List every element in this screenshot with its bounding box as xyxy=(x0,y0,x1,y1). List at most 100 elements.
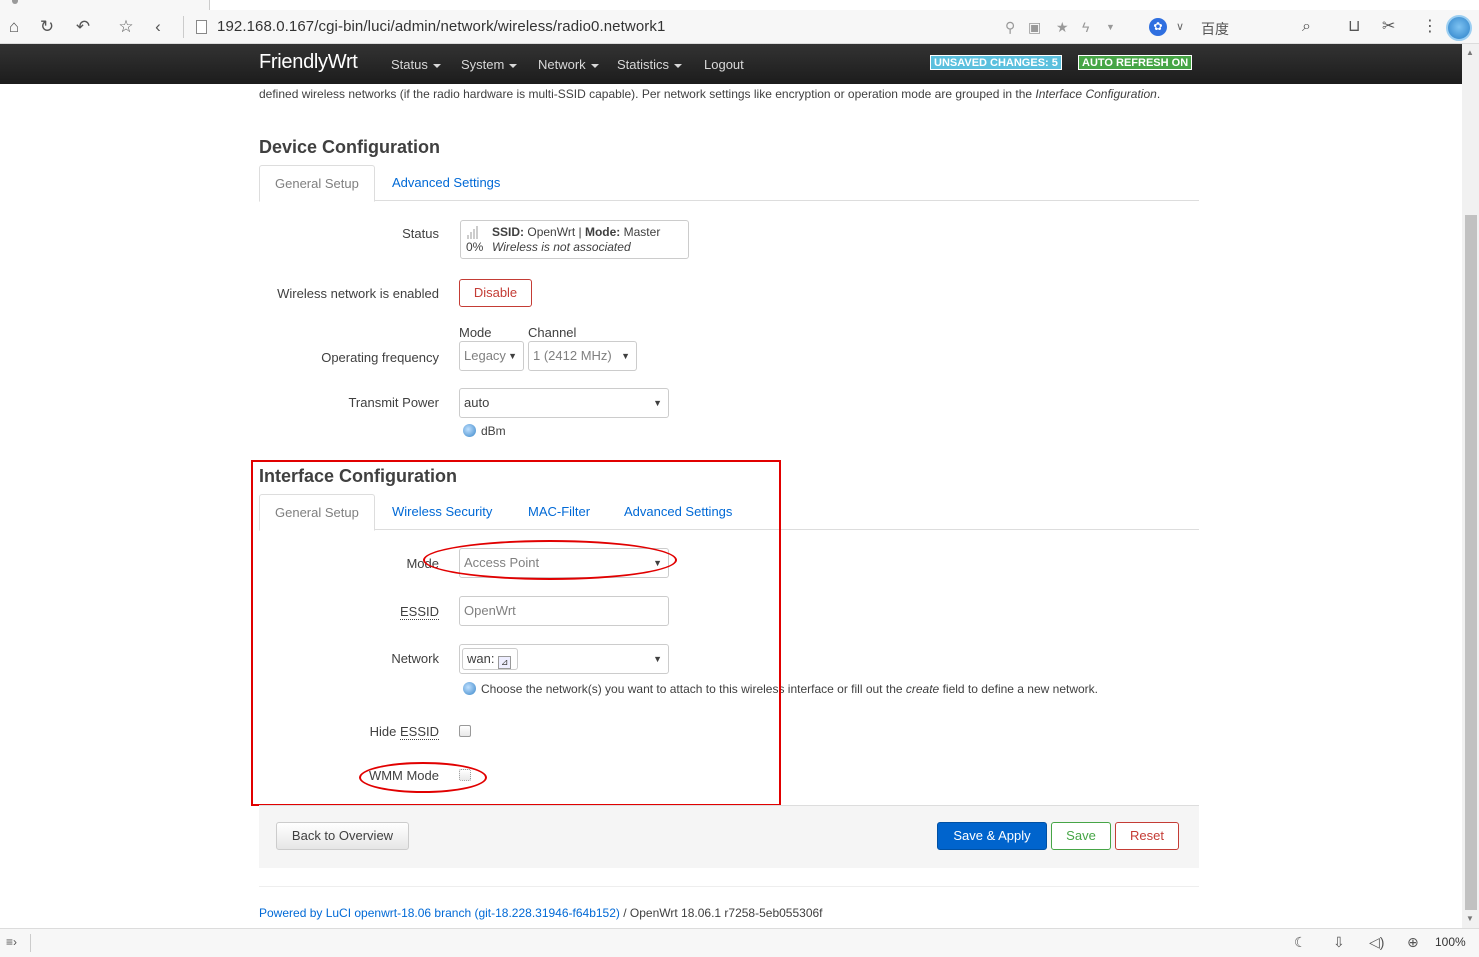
engine-dropdown-icon[interactable]: ∨ xyxy=(1176,18,1184,36)
operating-frequency-label: Operating frequency xyxy=(321,350,439,365)
chevron-down-icon[interactable]: ▼ xyxy=(1106,18,1115,36)
save-apply-button[interactable]: Save & Apply xyxy=(937,822,1047,850)
night-mode-icon[interactable]: ☾ xyxy=(1294,934,1307,951)
scroll-up-icon[interactable]: ▲ xyxy=(1466,48,1474,57)
tab-device-general-setup[interactable]: General Setup xyxy=(259,165,375,202)
tab-device-advanced-settings[interactable]: Advanced Settings xyxy=(377,165,515,201)
volume-icon[interactable]: ◁) xyxy=(1369,934,1384,951)
transmit-power-select[interactable]: auto ▼ xyxy=(459,388,669,418)
select-arrow-icon: ▼ xyxy=(653,398,662,408)
menu-network[interactable]: Network xyxy=(538,57,599,72)
transmit-power-label: Transmit Power xyxy=(348,395,439,410)
intro-emphasis: Interface xyxy=(1035,87,1083,101)
scroll-thumb[interactable] xyxy=(1465,215,1477,910)
menu-statistics[interactable]: Statistics xyxy=(617,57,683,72)
caret-icon xyxy=(509,63,518,68)
menu-system[interactable]: System xyxy=(461,57,518,72)
menu-label: Status xyxy=(391,57,428,72)
intro-part: defined wireless networks (if the radio … xyxy=(259,87,1036,101)
bookmark-star-icon[interactable]: ★ xyxy=(1056,18,1069,36)
tab-strip xyxy=(0,0,1479,10)
help-icon xyxy=(463,424,476,437)
device-config-title: Device Configuration xyxy=(259,137,441,157)
key-icon[interactable]: ⚲ xyxy=(1005,18,1015,36)
frequency-mode-select[interactable]: Legacy ▼ xyxy=(459,341,524,371)
status-label: Status xyxy=(402,226,439,241)
caret-icon xyxy=(432,63,441,68)
status-separator: | xyxy=(578,225,582,239)
scissors-icon[interactable]: ✂ xyxy=(1382,18,1395,36)
footer: Powered by LuCI openwrt-18.06 branch (gi… xyxy=(259,906,823,920)
menu-label: Statistics xyxy=(617,57,670,72)
intro-part: . xyxy=(1156,87,1161,101)
menu-label: System xyxy=(461,57,505,72)
search-engine-name[interactable]: 百度 xyxy=(1201,19,1229,39)
status-ssid-mode: SSID: OpenWrt | Mode: Master xyxy=(492,225,660,239)
avatar[interactable] xyxy=(1446,15,1472,41)
more-icon[interactable]: ⋮ xyxy=(1422,18,1438,36)
translate-icon[interactable]: ▣ xyxy=(1028,18,1041,36)
browser-tab[interactable] xyxy=(0,0,210,10)
ssid-key: SSID: xyxy=(492,225,525,239)
reset-button[interactable]: Reset xyxy=(1115,822,1179,850)
search-icon[interactable]: ⌕ xyxy=(1302,18,1311,36)
intro-emphasis: Configuration xyxy=(1085,87,1157,101)
mode-value: Master xyxy=(623,225,661,239)
annotation-box xyxy=(251,460,781,806)
home-icon[interactable]: ⌂ xyxy=(4,17,24,37)
zoom-icon[interactable]: ⊕ xyxy=(1407,934,1419,951)
back-icon[interactable]: ‹ xyxy=(148,17,168,37)
select-arrow-icon: ▼ xyxy=(621,351,630,361)
baidu-logo-icon[interactable]: ✿ xyxy=(1149,18,1167,36)
select-arrow-icon: ▼ xyxy=(508,351,517,361)
browser-toolbar: ⌂ ↻ ↶ ☆ ‹ 192.168.0.167/cgi-bin/luci/adm… xyxy=(0,0,1479,44)
transmit-power-help: dBm xyxy=(463,424,506,438)
save-button[interactable]: Save xyxy=(1051,822,1111,850)
footer-divider xyxy=(259,886,1199,887)
device-tabbar: General Setup Advanced Settings xyxy=(259,165,1199,202)
menu-label: Network xyxy=(538,57,586,72)
help-text-emphasis: create xyxy=(905,682,940,696)
signal-icon xyxy=(467,225,481,239)
back-to-overview-button[interactable]: Back to Overview xyxy=(276,822,409,850)
luci-version-link[interactable]: Powered by LuCI openwrt-18.06 branch (gi… xyxy=(259,906,620,920)
disable-button[interactable]: Disable xyxy=(459,279,532,307)
undo-icon[interactable]: ↶ xyxy=(73,17,93,37)
caret-icon xyxy=(674,63,683,68)
scroll-down-icon[interactable]: ▼ xyxy=(1466,914,1474,923)
auto-refresh-badge[interactable]: AUTO REFRESH ON xyxy=(1078,55,1193,70)
mode-key: Mode: xyxy=(584,225,621,239)
select-value: auto xyxy=(464,395,490,410)
wireless-enabled-label: Wireless network is enabled xyxy=(277,286,439,301)
select-value: 1 (2412 MHz) xyxy=(533,348,612,363)
page-icon xyxy=(196,20,207,34)
address-bar[interactable]: 192.168.0.167/cgi-bin/luci/admin/network… xyxy=(217,18,665,35)
sidebar-toggle-icon[interactable]: ≡› xyxy=(6,935,17,949)
status-box: 0% SSID: OpenWrt | Mode: Master Wireless… xyxy=(460,220,689,259)
dbm-unit: dBm xyxy=(481,424,506,438)
signal-percent: 0% xyxy=(466,240,484,254)
annotation-ellipse-mode xyxy=(423,540,677,580)
status-association: Wireless is not associated xyxy=(492,240,631,254)
intro-text: defined wireless networks (if the radio … xyxy=(259,85,1169,103)
star-icon[interactable]: ☆ xyxy=(116,17,136,37)
openwrt-version: / OpenWrt 18.06.1 r7258-5eb055306f xyxy=(619,906,823,920)
tab-favicon-icon xyxy=(12,0,18,4)
caret-icon xyxy=(590,63,599,68)
mode-column-label: Mode xyxy=(459,325,492,340)
toolbar-divider xyxy=(183,16,184,38)
reload-icon[interactable]: ↻ xyxy=(37,17,57,37)
annotation-ellipse-wmm xyxy=(359,762,487,793)
menu-logout[interactable]: Logout xyxy=(704,57,744,72)
cart-icon[interactable]: ⊔ xyxy=(1348,18,1360,36)
channel-column-label: Channel xyxy=(528,325,577,340)
brand[interactable]: FriendlyWrt xyxy=(259,51,358,74)
unsaved-changes-badge[interactable]: UNSAVED CHANGES: 5 xyxy=(930,55,1062,70)
download-icon[interactable]: ⇩ xyxy=(1333,934,1345,951)
channel-select[interactable]: 1 (2412 MHz) ▼ xyxy=(528,341,637,371)
menu-status[interactable]: Status xyxy=(391,57,441,72)
zoom-level[interactable]: 100% xyxy=(1435,935,1466,949)
status-divider xyxy=(30,934,31,952)
browser-status-bar: ≡› ☾ ⇩ ◁) ⊕ 100% xyxy=(0,928,1479,957)
lightning-icon[interactable]: ϟ xyxy=(1082,18,1089,36)
